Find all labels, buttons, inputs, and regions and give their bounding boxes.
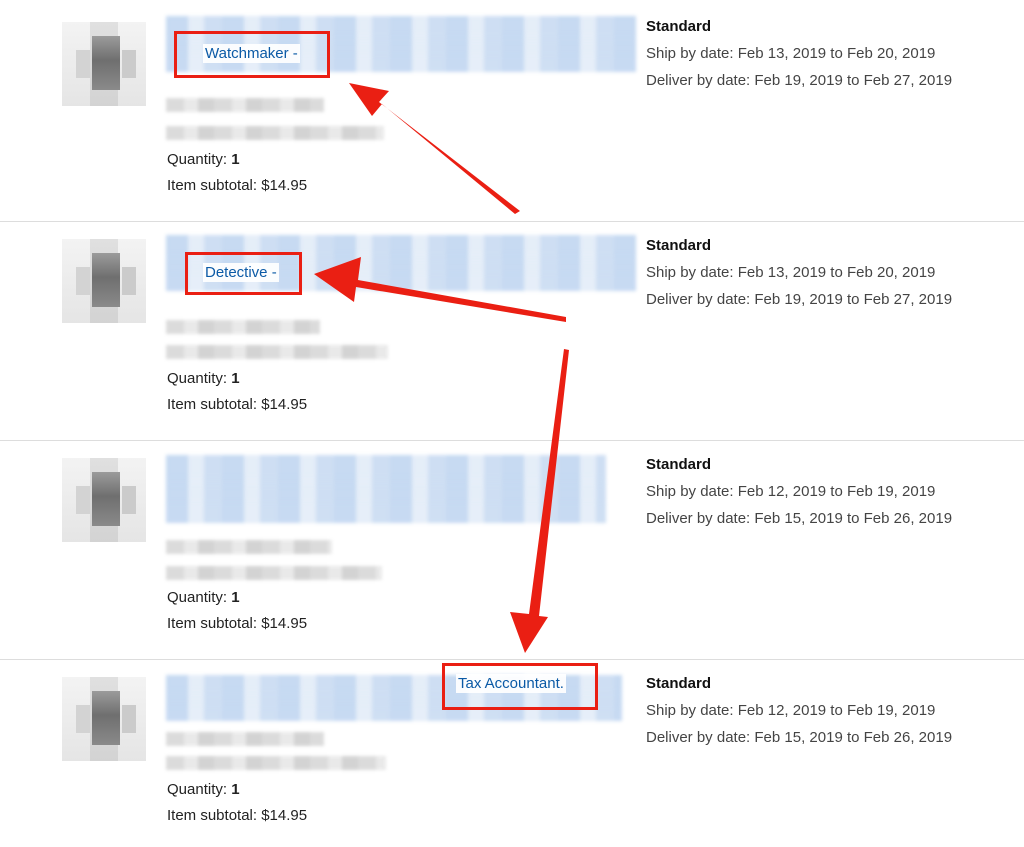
blurred-detail-line [166,126,384,140]
blurred-seller-line [166,540,332,554]
deliver-by-date: Deliver by date: Feb 19, 2019 to Feb 27,… [646,72,953,89]
subtotal-line: Item subtotal: $14.95 [167,615,308,632]
quantity-line: Quantity: 1 [167,589,240,606]
product-thumbnail[interactable] [62,458,146,542]
blurred-detail-line [166,756,386,770]
quantity-line: Quantity: 1 [167,781,240,798]
blurred-detail-line [166,345,388,359]
subtotal-line: Item subtotal: $14.95 [167,177,308,194]
shipping-speed: Standard [646,237,712,254]
ship-by-date: Ship by date: Feb 12, 2019 to Feb 19, 20… [646,483,936,500]
order-item-row: Quantity: 1 Item subtotal: $14.95 Standa… [0,438,1024,656]
blurred-seller-line [166,98,324,112]
shipping-info: Standard Ship by date: Feb 12, 2019 to F… [646,670,1006,751]
shipping-speed: Standard [646,456,712,473]
shipping-info: Standard Ship by date: Feb 13, 2019 to F… [646,232,1006,313]
ship-by-date: Ship by date: Feb 13, 2019 to Feb 20, 20… [646,45,936,62]
product-thumbnail[interactable] [62,677,146,761]
subtotal-line: Item subtotal: $14.95 [167,396,308,413]
deliver-by-date: Deliver by date: Feb 19, 2019 to Feb 27,… [646,291,953,308]
highlight-box-tax-accountant [442,663,598,710]
deliver-by-date: Deliver by date: Feb 15, 2019 to Feb 26,… [646,510,953,527]
blurred-seller-line [166,320,320,334]
highlight-box-detective [185,252,302,295]
blurred-product-title[interactable] [166,455,606,523]
deliver-by-date: Deliver by date: Feb 15, 2019 to Feb 26,… [646,729,953,746]
quantity-line: Quantity: 1 [167,370,240,387]
shipping-info: Standard Ship by date: Feb 12, 2019 to F… [646,451,1006,532]
ship-by-date: Ship by date: Feb 12, 2019 to Feb 19, 20… [646,702,936,719]
product-thumbnail[interactable] [62,22,146,106]
product-thumbnail[interactable] [62,239,146,323]
blurred-detail-line [166,566,382,580]
highlight-box-watchmaker [174,31,330,78]
shipping-speed: Standard [646,675,712,692]
shipping-info: Standard Ship by date: Feb 13, 2019 to F… [646,13,1006,94]
blurred-seller-line [166,732,324,746]
order-item-row: Detective - Quantity: 1 Item subtotal: $… [0,219,1024,437]
shipping-speed: Standard [646,18,712,35]
ship-by-date: Ship by date: Feb 13, 2019 to Feb 20, 20… [646,264,936,281]
order-item-row: Watchmaker - Quantity: 1 Item subtotal: … [0,0,1024,218]
quantity-line: Quantity: 1 [167,151,240,168]
subtotal-line: Item subtotal: $14.95 [167,807,308,824]
